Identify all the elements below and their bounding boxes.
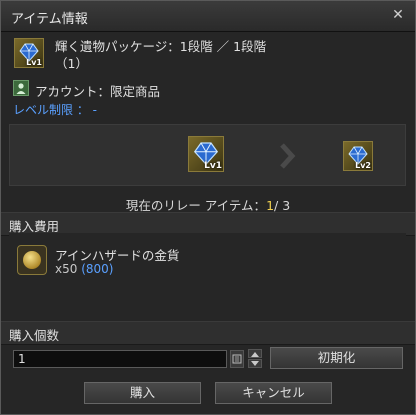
- relay-separator: /: [274, 198, 283, 213]
- quantity-increment-button[interactable]: [248, 349, 262, 358]
- title-bar[interactable]: アイテム情報 ✕: [1, 1, 415, 32]
- relay-total: 3: [282, 198, 291, 213]
- relay-current: 1: [266, 198, 275, 213]
- calculator-icon[interactable]: [230, 350, 244, 368]
- quantity-section-header: 購入個数: [1, 321, 415, 345]
- item-info-window: アイテム情報 ✕ Lv1 輝く遺物パッケージ：1段階 ／ 1段階 （1） アカウ…: [0, 0, 416, 415]
- item-name-line2: （1）: [55, 56, 88, 71]
- currency-quantity: x50 (800): [55, 262, 113, 276]
- account-restriction-text: アカウント：限定商品: [35, 84, 161, 99]
- current-relay-level-badge: Lv1: [204, 161, 222, 171]
- next-relay-level-badge: Lv2: [355, 161, 371, 170]
- item-name: 輝く遺物パッケージ：1段階 ／ 1段階 （1）: [55, 38, 266, 72]
- close-icon[interactable]: ✕: [389, 6, 407, 24]
- item-level-badge: Lv1: [26, 58, 42, 67]
- item-name-line1: 輝く遺物パッケージ：1段階 ／ 1段階: [55, 39, 267, 54]
- relay-label: 現在のリレー アイテム：: [125, 198, 267, 213]
- chevron-right-icon: [278, 143, 298, 169]
- currency-total: (800): [81, 262, 114, 276]
- reset-quantity-button[interactable]: 初期化: [270, 347, 403, 369]
- cancel-button[interactable]: キャンセル: [215, 382, 332, 404]
- relay-items-panel: Lv1 Lv2: [9, 124, 406, 186]
- window-title: アイテム情報: [11, 12, 88, 27]
- gold-coin-icon: [17, 245, 47, 275]
- quantity-section-label: 購入個数: [9, 328, 60, 343]
- cost-panel: アインハザードの金貨 x50 (800): [9, 233, 406, 313]
- next-relay-item-icon[interactable]: Lv2: [343, 141, 373, 171]
- item-package-icon: Lv1: [14, 38, 44, 68]
- quantity-input[interactable]: 1: [13, 350, 227, 368]
- level-limit-text: レベル制限 ： -: [13, 103, 97, 117]
- current-relay-item-icon[interactable]: Lv1: [188, 136, 224, 172]
- buy-button[interactable]: 購入: [84, 382, 201, 404]
- quantity-decrement-button[interactable]: [248, 359, 262, 368]
- currency-quantity-value: x50: [55, 262, 78, 276]
- account-icon: [13, 80, 29, 96]
